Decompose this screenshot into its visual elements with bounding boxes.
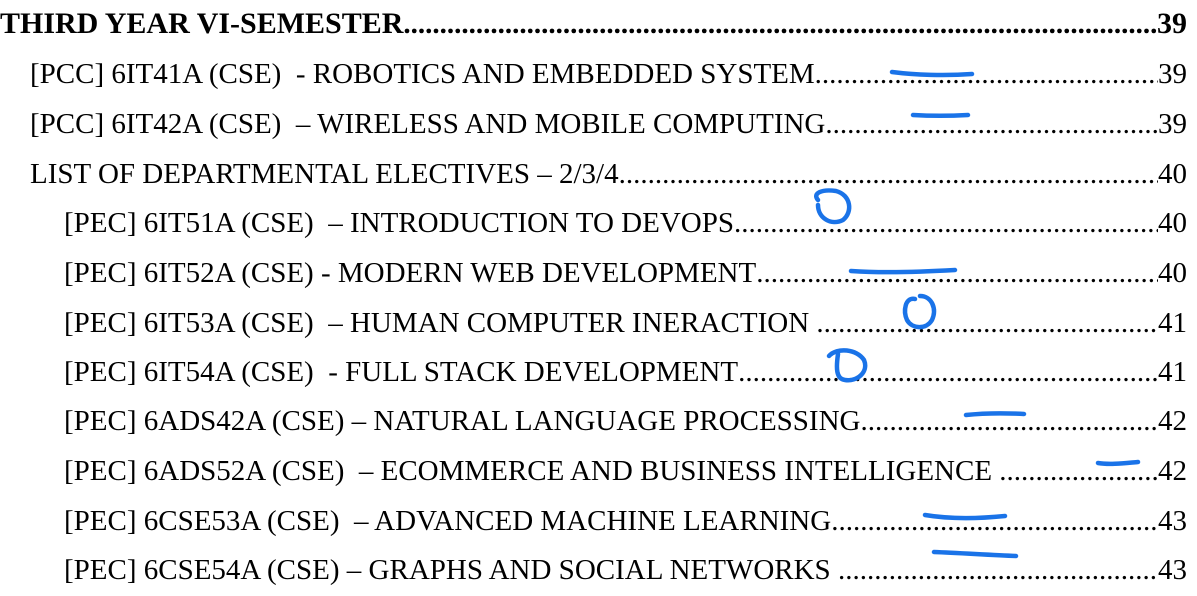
dot-leader bbox=[838, 552, 1158, 588]
toc-entry-text: [PEC] 6CSE54A (CSE) – GRAPHS AND SOCIAL … bbox=[64, 554, 838, 586]
toc-entry-page: 39 bbox=[1158, 108, 1187, 140]
toc-entry: [PCC] 6IT42A (CSE) – WIRELESS AND MOBILE… bbox=[30, 106, 1187, 142]
toc-heading: THIRD YEAR VI-SEMESTER 39 bbox=[0, 6, 1187, 42]
toc-heading-text: THIRD YEAR VI-SEMESTER bbox=[0, 7, 404, 40]
toc-entry-page: 41 bbox=[1158, 307, 1187, 339]
toc-entry: [PEC] 6IT53A (CSE) – HUMAN COMPUTER INER… bbox=[64, 305, 1187, 341]
dot-leader bbox=[734, 205, 1158, 241]
dot-leader bbox=[816, 305, 1158, 341]
toc-entry-page: 42 bbox=[1158, 455, 1187, 487]
toc-entry-text: [PEC] 6ADS42A (CSE) – NATURAL LANGUAGE P… bbox=[64, 405, 861, 437]
toc-entry: [PCC] 6IT41A (CSE) - ROBOTICS AND EMBEDD… bbox=[30, 56, 1187, 92]
table-of-contents: THIRD YEAR VI-SEMESTER 39 [PCC] 6IT41A (… bbox=[0, 0, 1197, 596]
dot-leader bbox=[999, 453, 1158, 489]
toc-entry-page: 42 bbox=[1158, 405, 1187, 437]
toc-entry: [PEC] 6ADS52A (CSE) – ECOMMERCE AND BUSI… bbox=[64, 453, 1187, 489]
toc-entry-page: 41 bbox=[1158, 356, 1187, 388]
toc-entry-text: [PCC] 6IT42A (CSE) – WIRELESS AND MOBILE… bbox=[30, 108, 826, 140]
dot-leader bbox=[825, 106, 1158, 142]
dot-leader bbox=[860, 403, 1158, 439]
dot-leader bbox=[403, 6, 1157, 42]
toc-entry: [PEC] 6CSE53A (CSE) – ADVANCED MACHINE L… bbox=[64, 503, 1187, 539]
toc-entry-text: [PEC] 6IT51A (CSE) – INTRODUCTION TO DEV… bbox=[64, 207, 734, 239]
toc-entry-text: [PEC] 6CSE53A (CSE) – ADVANCED MACHINE L… bbox=[64, 505, 832, 537]
dot-leader bbox=[619, 156, 1158, 192]
dot-leader bbox=[831, 503, 1158, 539]
toc-entry-page: 40 bbox=[1158, 158, 1187, 190]
toc-entry: [PEC] 6ADS42A (CSE) – NATURAL LANGUAGE P… bbox=[64, 403, 1187, 439]
toc-entry-page: 40 bbox=[1158, 207, 1187, 239]
toc-entry: [PEC] 6IT51A (CSE) – INTRODUCTION TO DEV… bbox=[64, 205, 1187, 241]
toc-entry-page: 43 bbox=[1158, 505, 1187, 537]
dot-leader bbox=[738, 354, 1158, 390]
toc-entry: LIST OF DEPARTMENTAL ELECTIVES – 2/3/4 4… bbox=[30, 156, 1187, 192]
toc-entry-text: [PCC] 6IT41A (CSE) - ROBOTICS AND EMBEDD… bbox=[30, 58, 815, 90]
dot-leader bbox=[815, 56, 1158, 92]
toc-entry-text: [PEC] 6IT54A (CSE) - FULL STACK DEVELOPM… bbox=[64, 356, 739, 388]
toc-entry-text: [PEC] 6ADS52A (CSE) – ECOMMERCE AND BUSI… bbox=[64, 455, 1000, 487]
dot-leader bbox=[756, 255, 1158, 291]
toc-entry-text: [PEC] 6IT53A (CSE) – HUMAN COMPUTER INER… bbox=[64, 307, 817, 339]
toc-entry-text: [PEC] 6IT52A (CSE) - MODERN WEB DEVELOPM… bbox=[64, 257, 757, 289]
toc-heading-page: 39 bbox=[1157, 7, 1187, 40]
toc-entry-page: 40 bbox=[1158, 257, 1187, 289]
toc-entry: [PEC] 6IT54A (CSE) - FULL STACK DEVELOPM… bbox=[64, 354, 1187, 390]
toc-entry: [PEC] 6IT52A (CSE) - MODERN WEB DEVELOPM… bbox=[64, 255, 1187, 291]
toc-entry-page: 39 bbox=[1158, 58, 1187, 90]
toc-entry-text: LIST OF DEPARTMENTAL ELECTIVES – 2/3/4 bbox=[30, 158, 619, 190]
toc-entry: [PEC] 6CSE54A (CSE) – GRAPHS AND SOCIAL … bbox=[64, 552, 1187, 588]
toc-entry-page: 43 bbox=[1158, 554, 1187, 586]
